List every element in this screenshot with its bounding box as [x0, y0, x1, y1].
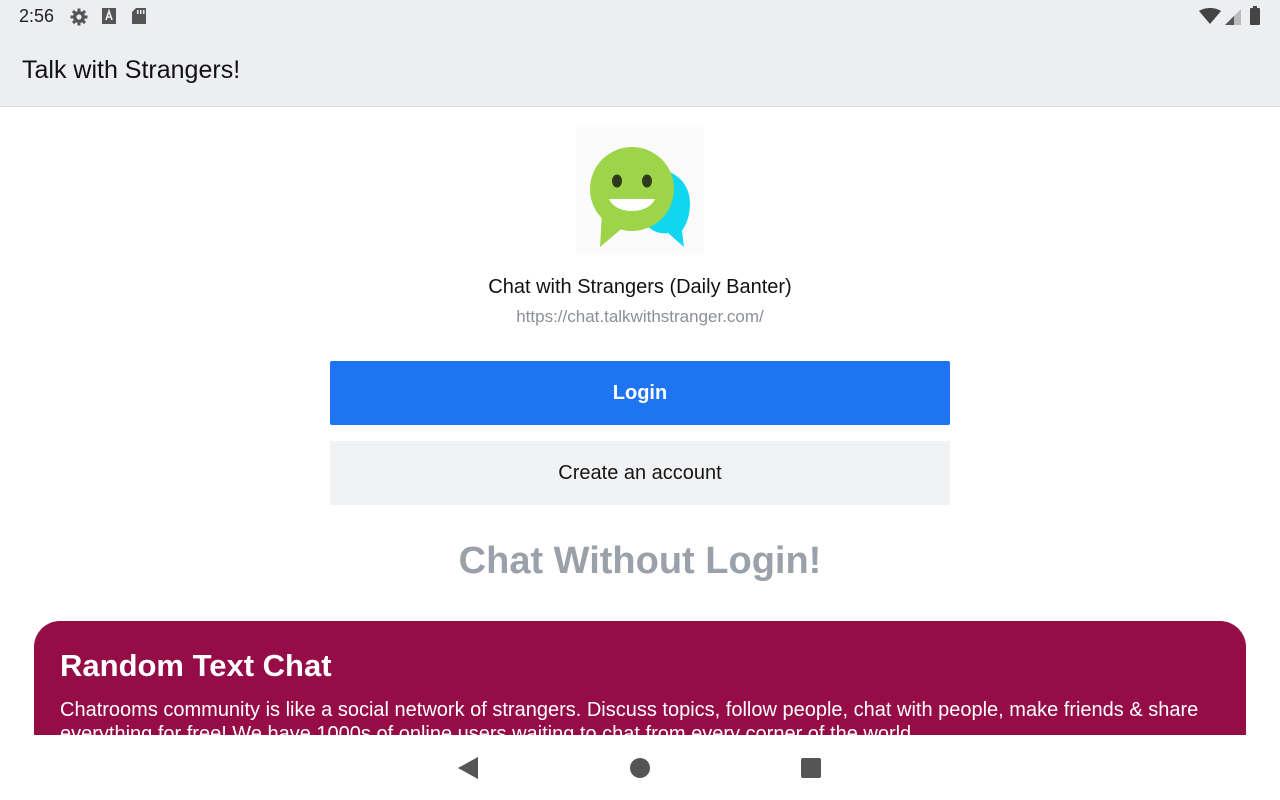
chat-bubbles-logo — [576, 127, 704, 255]
settings-icon — [69, 7, 89, 32]
battery-icon — [1250, 6, 1260, 30]
status-bar: 2:56 — [0, 0, 1280, 34]
app-bar: Talk with Strangers! — [0, 34, 1280, 107]
login-button[interactable]: Login — [330, 361, 950, 425]
site-name: Chat with Strangers (Daily Banter) — [488, 276, 792, 298]
card-title: Random Text Chat — [60, 648, 332, 683]
home-icon[interactable] — [629, 757, 651, 784]
create-account-button[interactable]: Create an account — [330, 441, 950, 505]
navigation-bar — [0, 735, 1280, 800]
app-title: Talk with Strangers! — [22, 56, 241, 84]
signal-icon — [1225, 9, 1241, 30]
recents-icon[interactable] — [800, 757, 822, 784]
a-box-icon — [101, 7, 117, 30]
site-url: https://chat.talkwithstranger.com/ — [516, 307, 764, 326]
card-description: Chatrooms community is like a social net… — [60, 699, 1199, 735]
chat-without-login-heading: Chat Without Login! — [458, 540, 822, 582]
wifi-icon — [1199, 8, 1221, 29]
sd-card-icon — [131, 7, 147, 30]
main-content[interactable]: Chat with Strangers (Daily Banter) https… — [0, 107, 1280, 735]
back-icon[interactable] — [457, 756, 479, 785]
status-time: 2:56 — [19, 6, 55, 26]
random-text-chat-card[interactable]: Random Text Chat Chatrooms community is … — [34, 621, 1246, 735]
